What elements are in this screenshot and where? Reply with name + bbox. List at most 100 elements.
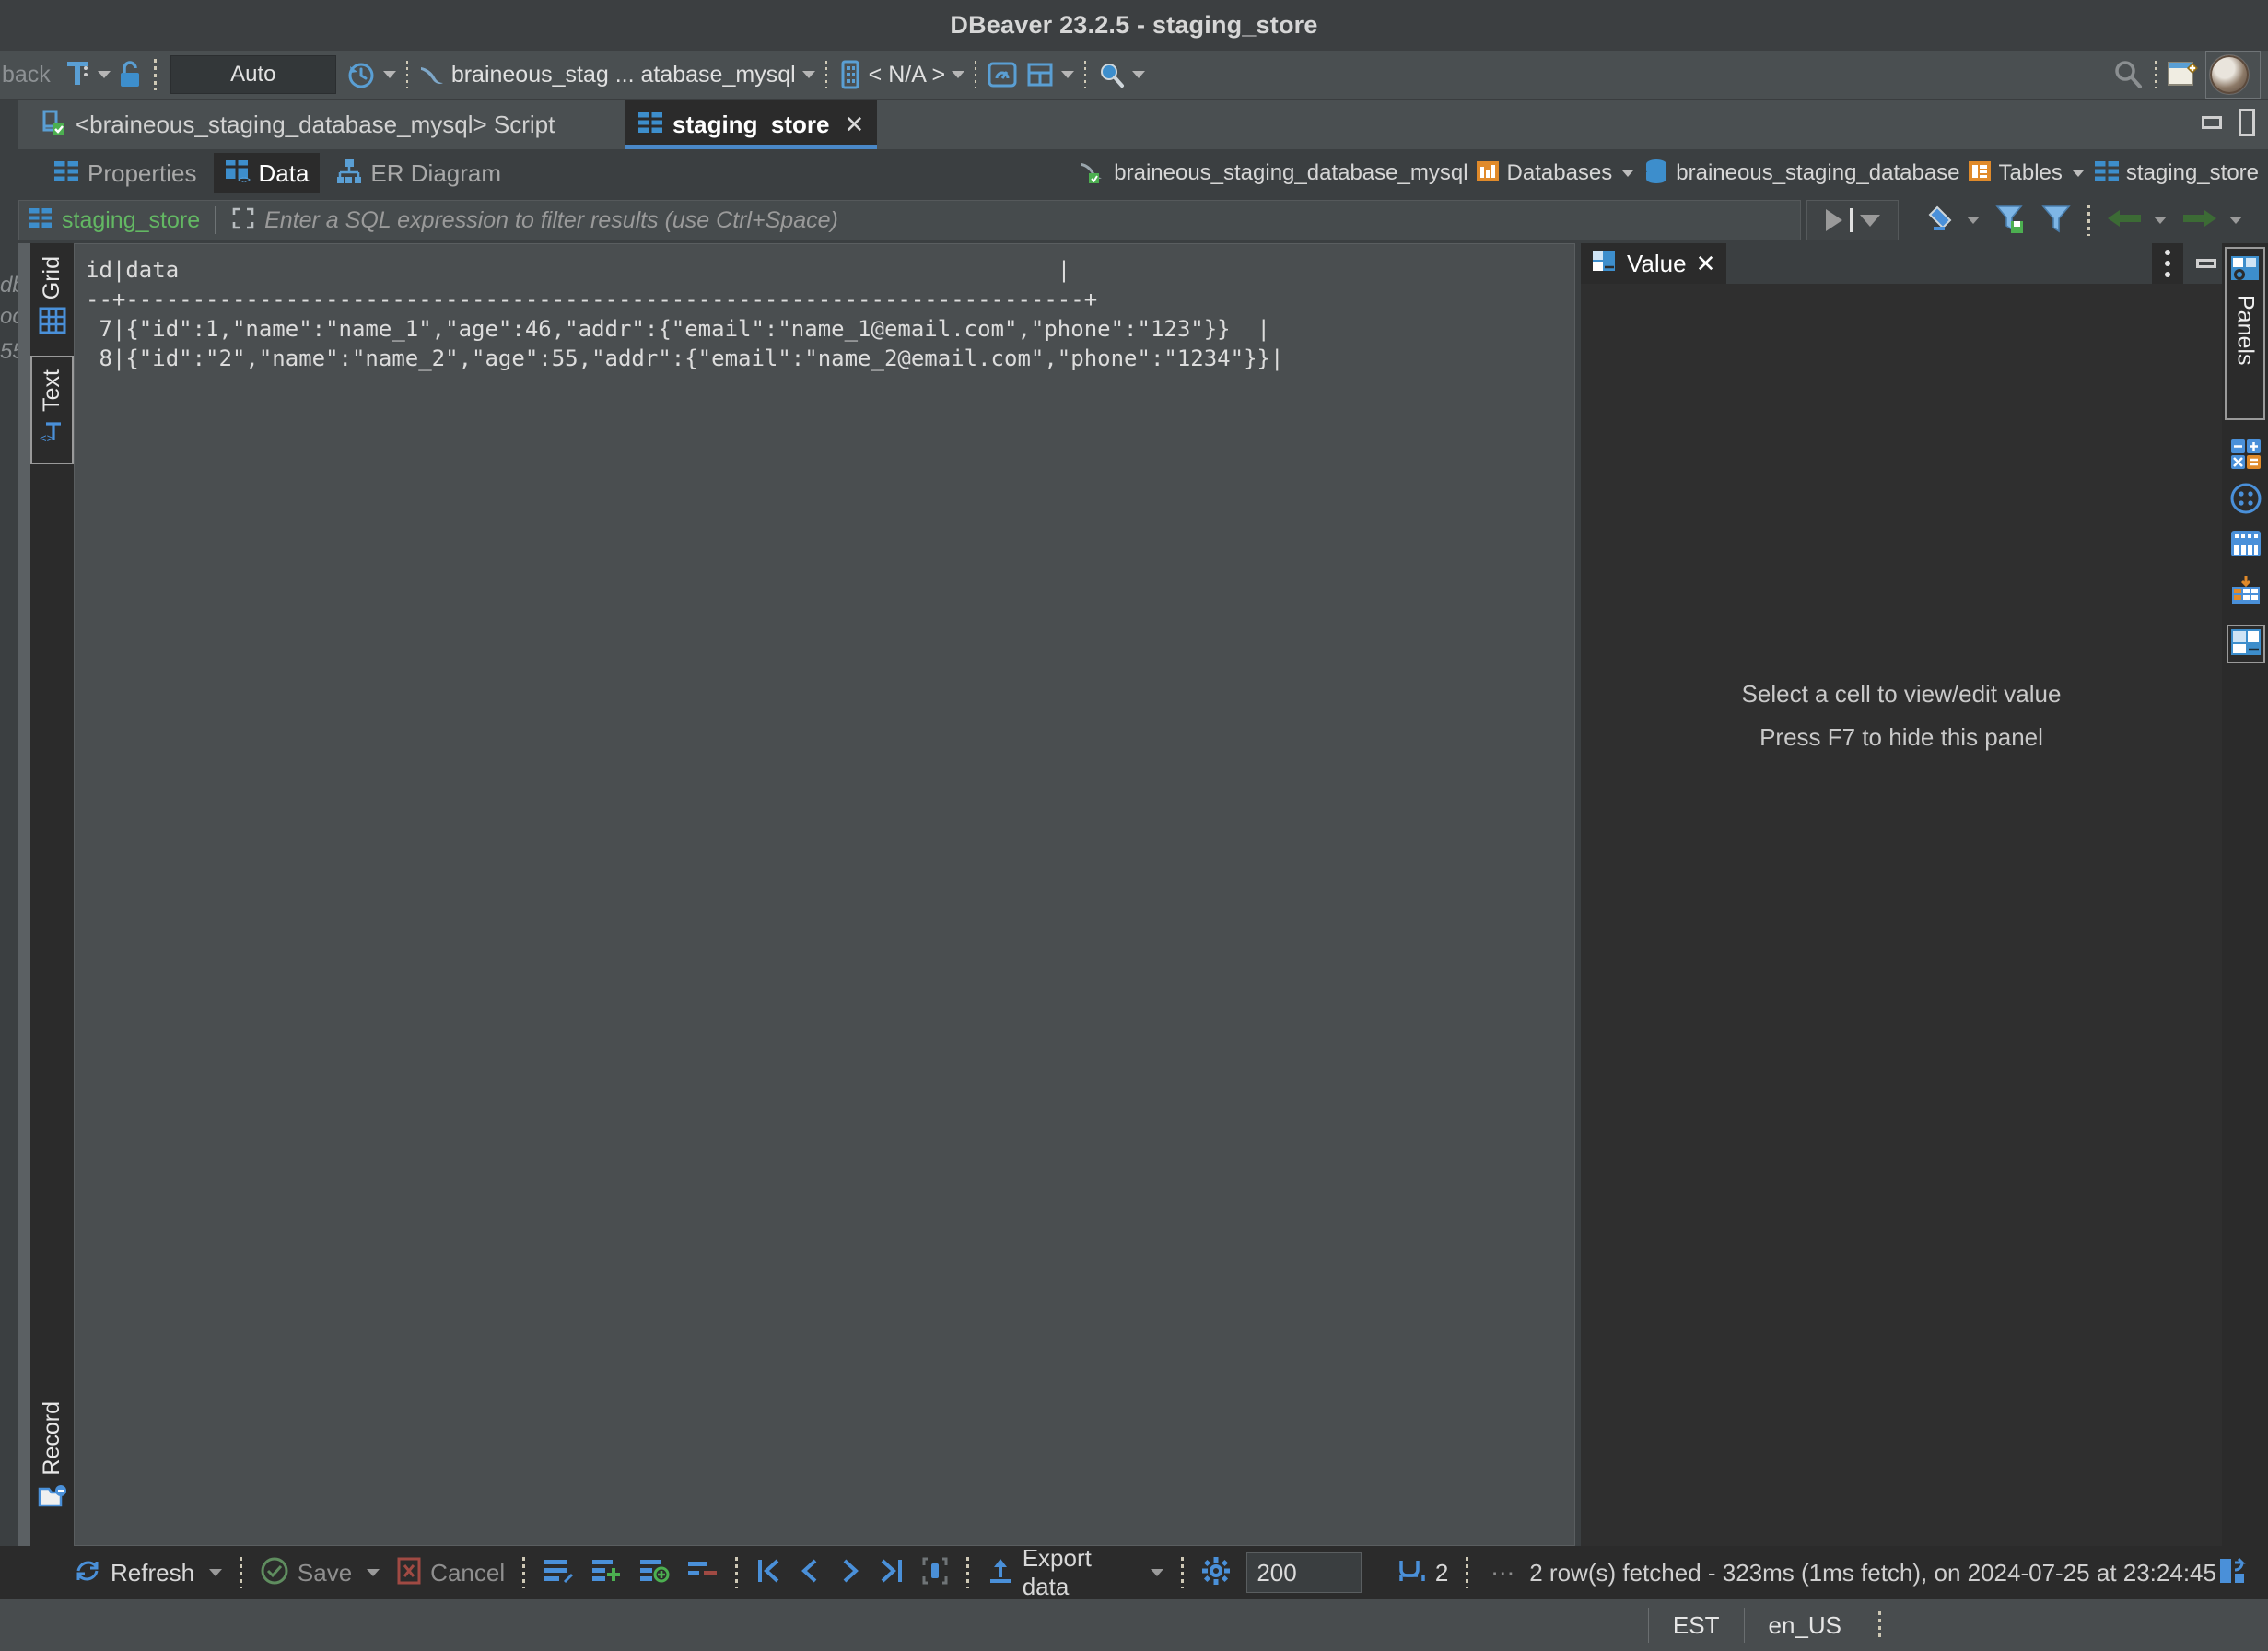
first-row-button[interactable]	[747, 1550, 789, 1596]
last-row-button[interactable]	[871, 1550, 913, 1596]
toolbar-separator	[405, 61, 408, 88]
save-filter-button[interactable]	[1987, 200, 2033, 240]
breadcrumb-item-table[interactable]: staging_store	[2094, 159, 2259, 188]
tab-properties[interactable]: Properties	[42, 153, 208, 193]
status-ellipsis[interactable]: ⋯	[1491, 1559, 1516, 1587]
global-search-button[interactable]	[2108, 51, 2148, 100]
fetch-size-input[interactable]: 200	[1246, 1552, 1362, 1593]
toolbar-separator	[1084, 61, 1087, 88]
app-logo-button[interactable]	[2205, 51, 2261, 99]
filter-save-icon	[1994, 203, 2026, 239]
transaction-history-button[interactable]	[342, 51, 400, 100]
history-back-button[interactable]	[2098, 200, 2174, 240]
duplicate-row-button[interactable]	[630, 1550, 678, 1596]
editor-tab-sql-script[interactable]: <braineous_staging_database_mysql> Scrip…	[26, 100, 567, 149]
tab-er-diagram[interactable]: ER Diagram	[325, 153, 512, 193]
status-bar-handle[interactable]	[1878, 1611, 1881, 1639]
editor-tab-staging-store[interactable]: staging_store ✕	[625, 100, 878, 149]
dashboard-button[interactable]	[983, 51, 1022, 100]
value-panel-tab[interactable]: Value ✕	[1581, 243, 1727, 284]
cancel-icon	[396, 1556, 422, 1590]
calculator-panel-icon[interactable]	[2230, 439, 2262, 470]
view-tab-text[interactable]: Text <>	[30, 356, 74, 464]
timezone-indicator[interactable]: EST	[1647, 1608, 1744, 1643]
cancel-label: Cancel	[430, 1558, 506, 1587]
minimize-icon[interactable]	[2196, 259, 2216, 268]
er-diagram-icon	[336, 158, 362, 190]
clear-filter-button[interactable]	[1917, 200, 1987, 240]
toolbar-separator	[153, 59, 157, 90]
mysql-dolphin-icon	[1080, 158, 1107, 190]
grid-panel-icon[interactable]	[2230, 529, 2262, 560]
cancel-button[interactable]: Cancel	[388, 1550, 513, 1596]
save-button[interactable]: Save	[251, 1550, 388, 1596]
breadcrumb-item-connection[interactable]: braineous_staging_database_mysql	[1080, 158, 1468, 190]
chevron-down-icon[interactable]	[367, 1569, 380, 1576]
filter-input[interactable]: staging_store Enter a SQL expression to …	[18, 200, 1801, 240]
dbeaver-window: DBeaver 23.2.5 - staging_store back Auto	[0, 0, 2268, 1651]
main-toolbar: back Auto braineous_stag ... atabase_mys…	[0, 51, 2268, 100]
fetch-all-icon	[921, 1556, 949, 1590]
history-forward-button[interactable]	[2174, 200, 2250, 240]
separator	[734, 1557, 738, 1588]
data-grid-icon: <>	[225, 158, 251, 189]
chevron-down-icon[interactable]	[1967, 217, 1980, 224]
view-tab-label: Text	[39, 369, 64, 412]
chevron-down-icon[interactable]	[1151, 1569, 1164, 1576]
next-row-button[interactable]	[830, 1550, 871, 1596]
schema-select[interactable]: < N/A >	[834, 51, 968, 100]
previous-row-button[interactable]	[789, 1550, 830, 1596]
dashboard-icon	[987, 60, 1018, 89]
commit-mode-select[interactable]: Auto	[170, 55, 336, 94]
chevron-down-icon[interactable]	[209, 1569, 223, 1576]
view-tab-grid[interactable]: Grid	[30, 247, 74, 348]
chevron-down-icon[interactable]	[1622, 170, 1634, 177]
table-icon	[637, 111, 663, 139]
toolbar-separator	[975, 61, 977, 88]
close-icon[interactable]: ✕	[1696, 250, 1716, 278]
package-button[interactable]	[1022, 51, 1078, 100]
breadcrumb-item-databases[interactable]: Databases	[1475, 158, 1638, 189]
chevron-down-icon[interactable]	[1859, 214, 1880, 227]
row-count-icon	[1397, 1556, 1427, 1590]
separator	[965, 1557, 969, 1588]
refresh-button[interactable]: Refresh	[64, 1550, 230, 1596]
vertical-dots-icon[interactable]	[2152, 243, 2183, 284]
filter-settings-button[interactable]	[2033, 200, 2079, 240]
panels-toggle-tab[interactable]: Panels	[2225, 247, 2265, 420]
fetch-settings-button[interactable]	[1193, 1550, 1239, 1596]
fetch-all-button[interactable]	[913, 1550, 957, 1596]
open-perspective-button[interactable]	[2163, 51, 2205, 100]
connection-select[interactable]: braineous_stag ... atabase_mysql	[415, 51, 819, 100]
edit-row-button[interactable]	[534, 1550, 582, 1596]
arrow-left-icon	[2106, 205, 2143, 237]
lock-button[interactable]	[114, 51, 146, 100]
chevron-down-icon[interactable]	[2154, 217, 2167, 224]
aggregate-panel-icon[interactable]	[2230, 575, 2262, 606]
breadcrumb-item-tables[interactable]: Tables	[1967, 158, 2087, 189]
transaction-log-icon[interactable]	[2216, 1555, 2248, 1591]
filter-icon	[2040, 203, 2072, 239]
locale-indicator[interactable]: en_US	[1743, 1608, 1866, 1643]
expand-arrows-icon[interactable]	[231, 206, 255, 235]
close-icon[interactable]: ✕	[845, 111, 865, 139]
transaction-mode-button[interactable]	[60, 51, 114, 100]
maximize-button[interactable]	[2239, 109, 2255, 136]
add-row-button[interactable]	[582, 1550, 630, 1596]
delete-row-button[interactable]	[678, 1550, 726, 1596]
tab-data[interactable]: <> Data	[213, 153, 321, 193]
result-text-view[interactable]: id|data | --+---------------------------…	[74, 243, 1575, 1546]
export-data-button[interactable]: Export data	[978, 1544, 1173, 1600]
view-tab-record[interactable]: Record	[30, 1393, 74, 1522]
export-icon	[987, 1556, 1014, 1590]
search-button[interactable]	[1093, 51, 1149, 100]
dot	[2165, 261, 2170, 266]
value-viewer-panel-button[interactable]	[2227, 625, 2265, 663]
chevron-down-icon[interactable]	[2229, 217, 2242, 224]
breadcrumb-item-database[interactable]: braineous_staging_database	[1643, 158, 1960, 190]
apply-filter-button[interactable]	[1806, 200, 1899, 240]
chevron-down-icon[interactable]	[2072, 170, 2084, 177]
minimize-button[interactable]	[2202, 116, 2222, 129]
metadata-panel-icon[interactable]	[2230, 483, 2262, 514]
editor-tab-bar: <braineous_staging_database_mysql> Scrip…	[0, 100, 2268, 149]
